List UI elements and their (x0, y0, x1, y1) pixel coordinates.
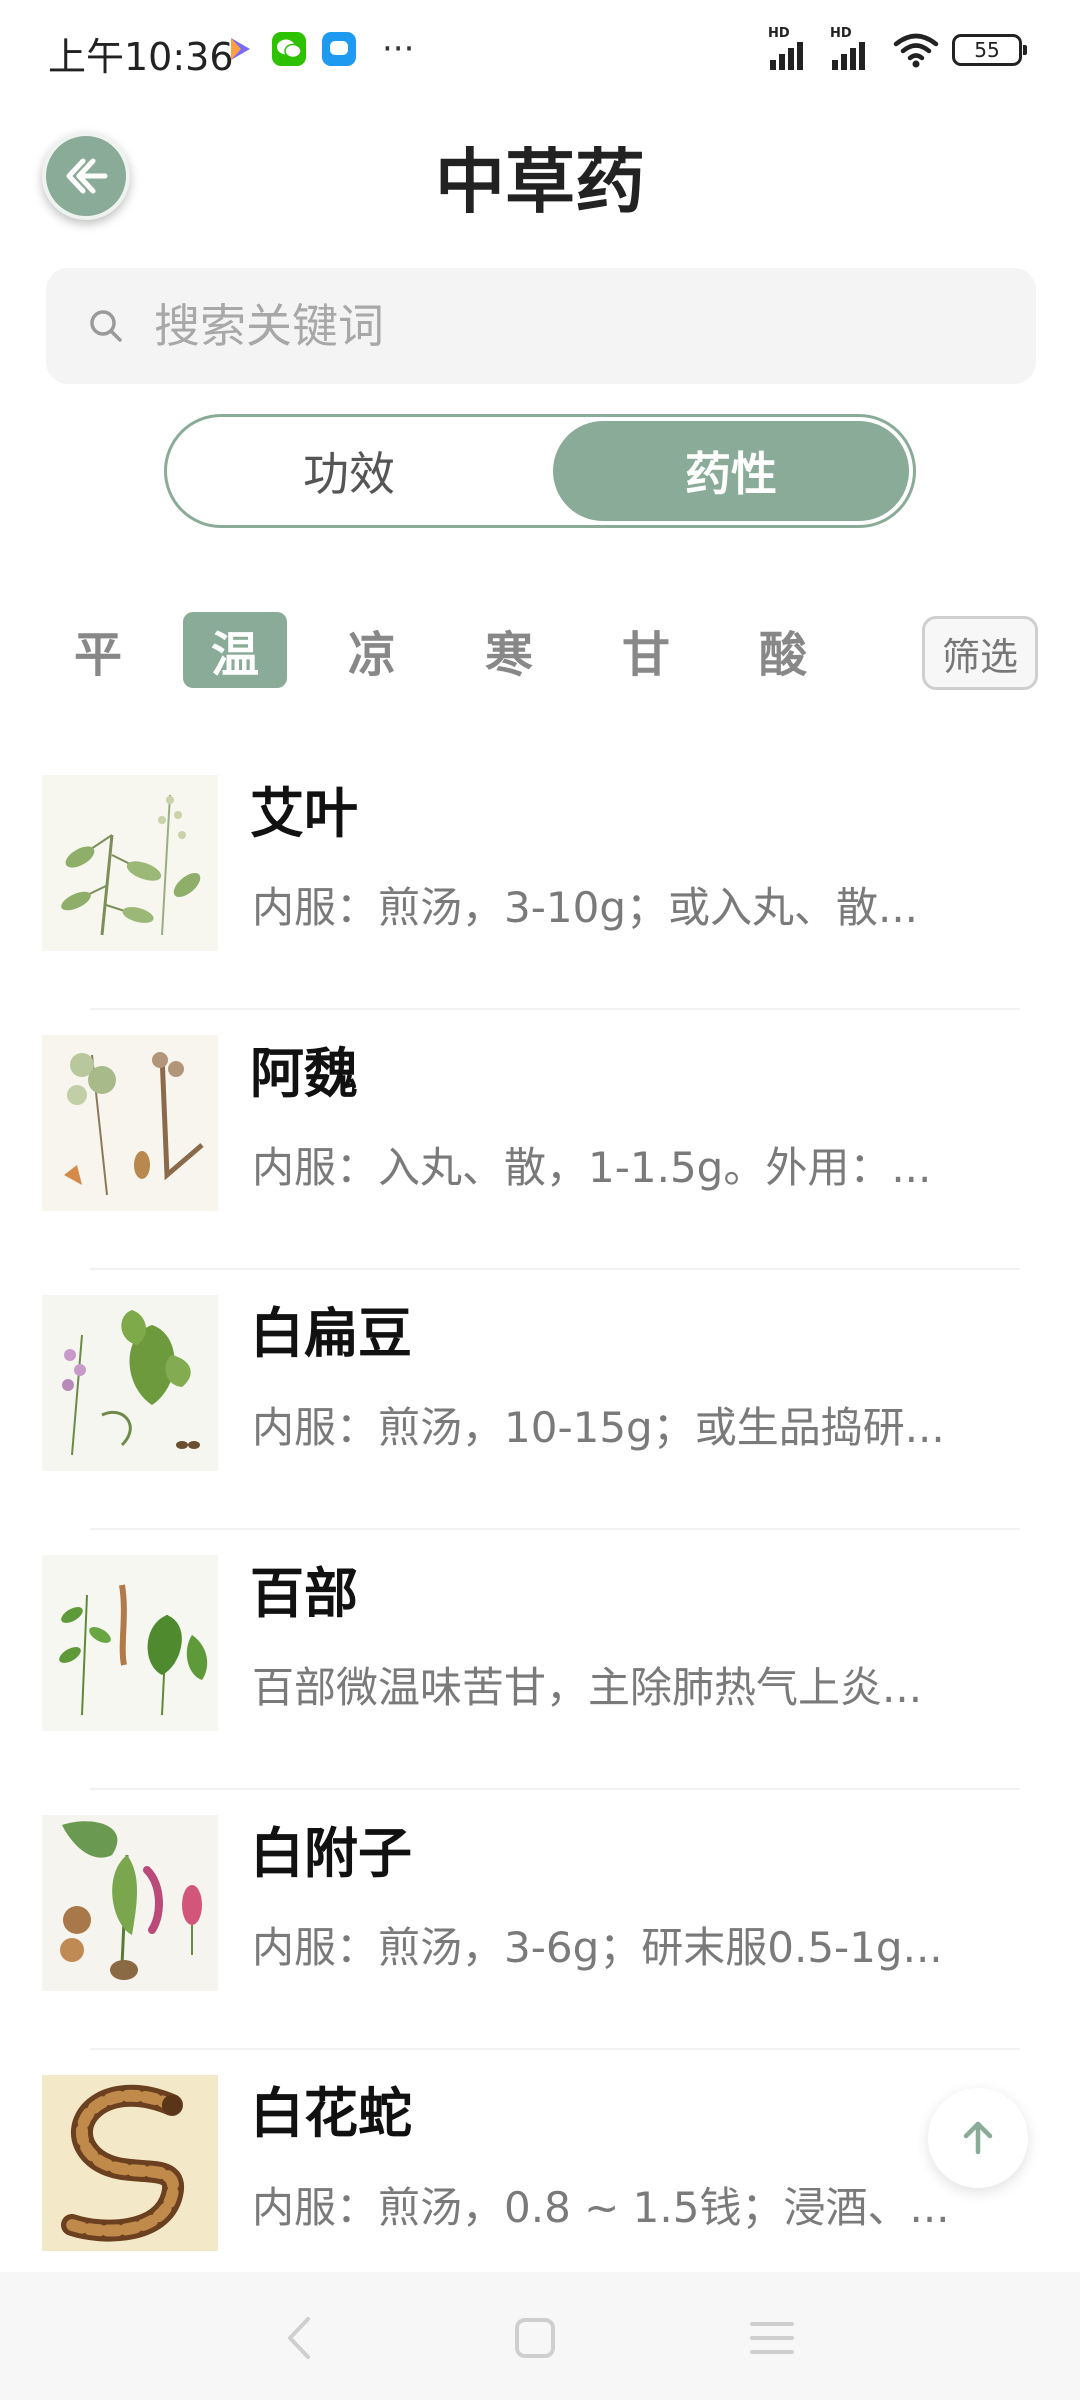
nav-home-button[interactable] (505, 2308, 565, 2368)
herb-description: 内服：入丸、散，1-1.5g。外用：... (252, 1143, 932, 1192)
search-input[interactable] (152, 298, 976, 354)
herb-image (42, 1555, 218, 1731)
battery-level: 55 (974, 38, 1000, 62)
nav-back-button[interactable] (270, 2308, 330, 2368)
nav-back-icon (288, 2317, 310, 2359)
divider (90, 1788, 1020, 1790)
herb-list-screen: 上午10:36 ··· HD HD 55 中草药 搜索关键词 功效 药性 平 温… (0, 0, 1080, 2400)
search-bar[interactable] (46, 268, 1036, 384)
divider (90, 1528, 1020, 1530)
herb-description: 内服：煎汤，3-10g；或入丸、散... (252, 883, 919, 932)
status-bar: 上午10:36 ··· HD HD 55 (0, 0, 1080, 100)
herb-description: 内服：煎汤，3-6g；研末服0.5-1g... (252, 1923, 943, 1972)
battery-icon: 55 (952, 34, 1027, 66)
herb-image (42, 1295, 218, 1471)
scroll-to-top-button[interactable] (928, 2088, 1028, 2188)
list-item[interactable]: 艾叶 内服：煎汤，3-10g；或入丸、散... (0, 760, 1080, 1010)
status-app-icons: ··· (222, 32, 414, 66)
chip-wen[interactable]: 温 (183, 612, 287, 688)
herb-name: 阿魏 (250, 1041, 358, 1105)
herb-name: 白花蛇 (250, 2081, 412, 2145)
herb-image (42, 2075, 218, 2251)
property-chip-row: 平 温 凉 寒 甘 酸 (0, 612, 1080, 696)
chip-gan[interactable]: 甘 (594, 612, 698, 688)
herb-name: 白扁豆 (250, 1301, 412, 1365)
more-notifications-icon: ··· (382, 29, 415, 69)
herb-name: 艾叶 (250, 781, 358, 845)
chip-suan[interactable]: 酸 (731, 612, 835, 688)
wifi-icon (893, 33, 939, 68)
arrow-up-icon (963, 2121, 993, 2155)
divider (90, 2048, 1020, 2050)
herb-image (42, 1035, 218, 1211)
herb-description: 百部微温味苦甘，主除肺热气上炎... (252, 1663, 923, 1712)
page-title: 中草药 (435, 140, 645, 223)
list-item[interactable]: 百部 百部微温味苦甘，主除肺热气上炎... (0, 1540, 1080, 1790)
herb-image (42, 1815, 218, 1991)
list-item[interactable]: 白附子 内服：煎汤，3-6g；研末服0.5-1g... (0, 1800, 1080, 2050)
list-item[interactable]: 白花蛇 内服：煎汤，0.8 ~ 1.5钱；浸酒、... (0, 2060, 1080, 2290)
system-navigation-bar (0, 2272, 1080, 2400)
status-time: 上午10:36 (48, 35, 234, 79)
wechat-icon (272, 32, 306, 66)
category-segmented-control: 功效 药性 (164, 414, 916, 528)
herb-description: 内服：煎汤，0.8 ~ 1.5钱；浸酒、... (252, 2183, 950, 2232)
divider (90, 1008, 1020, 1010)
nav-recents-button[interactable] (742, 2308, 802, 2368)
list-item[interactable]: 阿魏 内服：入丸、散，1-1.5g。外用：... (0, 1020, 1080, 1270)
nav-home-icon (515, 2318, 555, 2358)
herb-image (42, 775, 218, 951)
chip-ping[interactable]: 平 (46, 612, 150, 688)
herb-description: 内服：煎汤，10-15g；或生品捣研... (252, 1403, 945, 1452)
chip-han[interactable]: 寒 (457, 612, 561, 688)
message-app-icon (322, 32, 356, 66)
signal-icon-2: HD (830, 26, 882, 70)
filter-button[interactable]: 筛选 (922, 616, 1038, 690)
play-app-icon (222, 32, 256, 66)
chip-liang[interactable]: 凉 (320, 612, 424, 688)
herb-name: 百部 (250, 1561, 358, 1625)
herb-name: 白附子 (250, 1821, 412, 1885)
search-icon (90, 310, 122, 342)
divider (90, 1268, 1020, 1270)
list-item[interactable]: 白扁豆 内服：煎汤，10-15g；或生品捣研... (0, 1280, 1080, 1530)
tab-property[interactable]: 药性 (553, 421, 909, 521)
status-indicators: HD HD 55 (768, 26, 1027, 70)
nav-menu-icon (750, 2322, 794, 2354)
tab-efficacy[interactable]: 功效 (171, 421, 527, 521)
signal-icon: HD (768, 26, 820, 70)
